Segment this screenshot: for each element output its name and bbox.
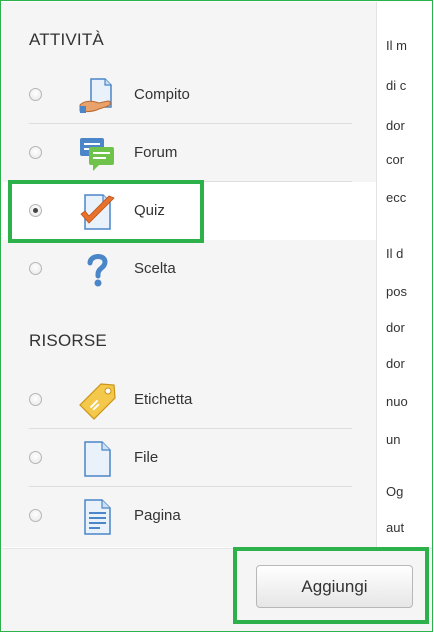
description-line: nuo: [386, 394, 408, 409]
description-line: di c: [386, 78, 407, 93]
file-icon: [77, 439, 117, 479]
module-list: ATTIVITÀ Compito Forum Quiz Scelta RISOR…: [2, 2, 377, 547]
option-pagina[interactable]: Pagina: [2, 487, 376, 545]
option-label-etichetta: Etichetta: [134, 391, 193, 408]
option-compito[interactable]: Compito: [2, 66, 376, 124]
forum-icon: [77, 134, 117, 174]
option-etichetta[interactable]: Etichetta: [2, 371, 376, 429]
description-line: ecc: [386, 190, 407, 205]
description-line: cor: [386, 152, 405, 167]
description-line: dor: [386, 320, 405, 335]
radio-pagina[interactable]: [29, 509, 42, 522]
option-file[interactable]: File: [2, 429, 376, 487]
radio-etichetta[interactable]: [29, 393, 42, 406]
description-line: aut: [386, 520, 405, 535]
description-line: un: [386, 432, 401, 447]
description-line: dor: [386, 356, 405, 371]
description-line: pos: [386, 284, 407, 299]
module-description: Il m di c dor cor ecc Il d pos dor dor n…: [377, 2, 432, 547]
quiz-highlight-box: [8, 180, 204, 243]
add-button-highlight-box: [233, 547, 429, 624]
option-scelta[interactable]: Scelta: [2, 240, 376, 298]
option-label-scelta: Scelta: [134, 260, 176, 277]
radio-scelta[interactable]: [29, 262, 42, 275]
choice-icon: [77, 250, 117, 290]
description-line: dor: [386, 118, 405, 133]
option-forum[interactable]: Forum: [2, 124, 376, 182]
description-line: Il d: [386, 246, 404, 261]
label-icon: [77, 381, 117, 421]
radio-forum[interactable]: [29, 146, 42, 159]
resources-heading: RISORSE: [29, 331, 107, 350]
activities-heading: ATTIVITÀ: [29, 30, 104, 49]
assignment-icon: [77, 76, 117, 116]
option-label-file: File: [134, 449, 159, 466]
option-label-pagina: Pagina: [134, 507, 181, 524]
page-icon: [77, 497, 117, 537]
activity-chooser-dialog: ATTIVITÀ Compito Forum Quiz Scelta RISOR…: [0, 0, 433, 632]
radio-file[interactable]: [29, 451, 42, 464]
radio-compito[interactable]: [29, 88, 42, 101]
option-label-forum: Forum: [134, 144, 178, 161]
option-label-compito: Compito: [134, 86, 190, 103]
description-line: Og: [386, 484, 404, 499]
description-line: Il m: [386, 38, 407, 53]
